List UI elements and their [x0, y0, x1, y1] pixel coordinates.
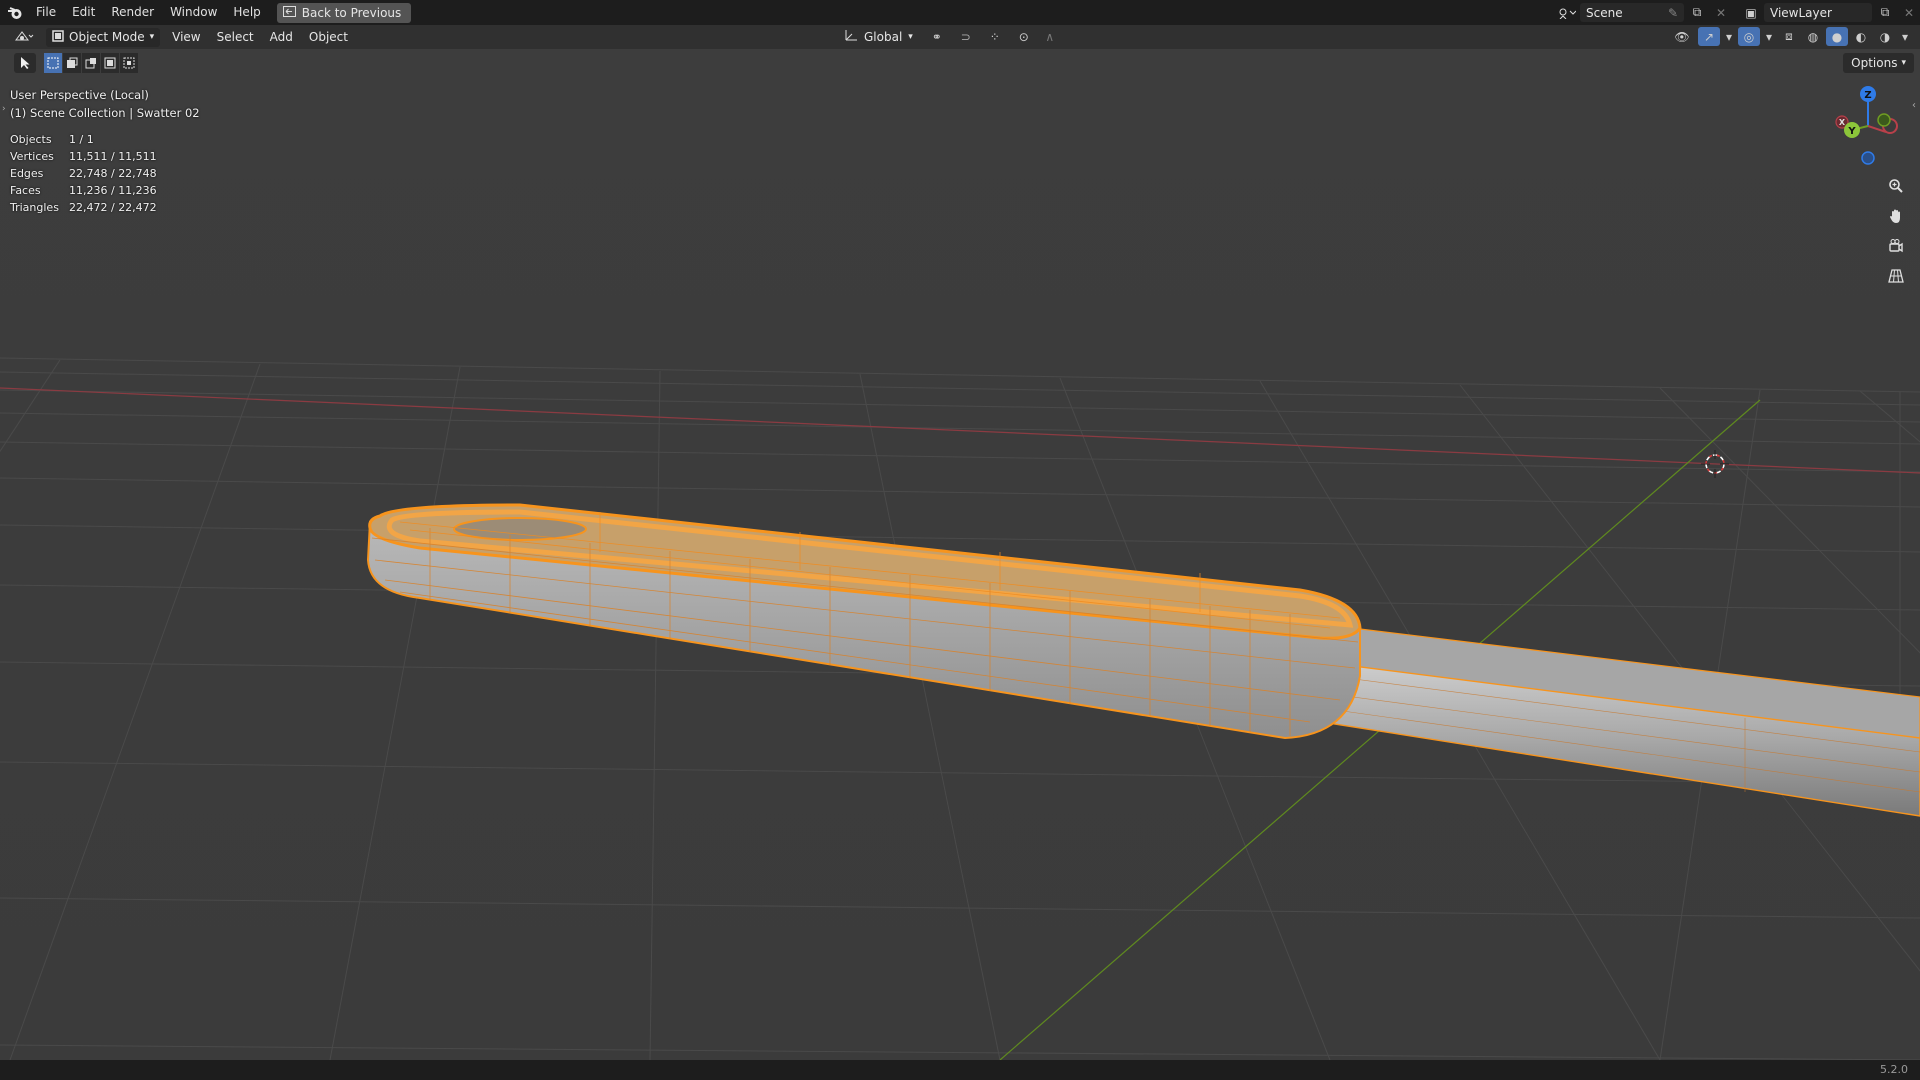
- z-axis-label: Z: [1864, 90, 1871, 101]
- object-mode-icon: [52, 29, 64, 45]
- view-layer-selector-icon[interactable]: ▣: [1740, 3, 1762, 22]
- stat-label: Vertices: [10, 150, 54, 163]
- options-dropdown[interactable]: Options ▾: [1843, 53, 1914, 73]
- solid-shading-icon[interactable]: ●: [1826, 27, 1848, 46]
- menu-file[interactable]: File: [28, 0, 64, 25]
- menu-select[interactable]: Select: [209, 25, 262, 49]
- falloff-curve-icon[interactable]: ∧: [1039, 27, 1061, 46]
- blender-logo-icon[interactable]: [2, 0, 28, 25]
- rendered-shading-icon[interactable]: ◑: [1874, 27, 1896, 46]
- chevron-down-icon: ▾: [1901, 58, 1906, 68]
- stat-vertices: Vertices 11,511 / 11,511: [10, 148, 157, 165]
- viewport-header: Object Mode ▾ View Select Add Object Glo…: [0, 25, 1920, 49]
- menu-add[interactable]: Add: [262, 25, 301, 49]
- select-tool-icon[interactable]: [14, 53, 36, 73]
- stat-label: Faces: [10, 184, 41, 197]
- select-new-icon[interactable]: [44, 53, 62, 73]
- menu-view[interactable]: View: [164, 25, 208, 49]
- chevron-down-icon: ▾: [149, 32, 155, 42]
- pin-icon[interactable]: ✎: [1668, 6, 1678, 20]
- pivot-point-icon[interactable]: ⚭: [923, 27, 951, 46]
- x-axis-label: X: [1839, 118, 1846, 127]
- version-label: 5.2.0: [1880, 1063, 1908, 1076]
- status-bar: 5.2.0: [0, 1060, 1920, 1080]
- camera-view-icon[interactable]: [1884, 234, 1908, 258]
- select-intersect-icon[interactable]: [120, 53, 138, 73]
- back-to-previous-button[interactable]: Back to Previous: [276, 2, 412, 23]
- object-mode-dropdown[interactable]: Object Mode ▾: [46, 27, 161, 47]
- screen-back-icon: [282, 5, 296, 20]
- chevron-down-icon[interactable]: ▾: [1898, 27, 1912, 46]
- menu-edit[interactable]: Edit: [64, 0, 103, 25]
- menu-window[interactable]: Window: [162, 0, 225, 25]
- select-invert-icon[interactable]: [101, 53, 119, 73]
- new-scene-icon[interactable]: ⧉: [1686, 3, 1708, 22]
- chevron-right-icon[interactable]: ›: [2, 104, 6, 114]
- xray-toggle-icon[interactable]: ⧈: [1778, 27, 1800, 46]
- view-layer-name: ViewLayer: [1770, 5, 1832, 20]
- stat-label: Triangles: [10, 201, 59, 214]
- neg-y-axis-handle[interactable]: [1877, 113, 1891, 127]
- stat-value: 22,748 / 22,748: [69, 167, 157, 180]
- transform-orientation-dropdown[interactable]: Global ▾: [838, 27, 919, 46]
- stat-label: Edges: [10, 167, 44, 180]
- select-subtract-icon[interactable]: [82, 53, 100, 73]
- y-axis-label: Y: [1847, 126, 1856, 137]
- scene-name: Scene: [1586, 5, 1623, 20]
- stat-label: Objects: [10, 133, 52, 146]
- editor-type-icon[interactable]: [10, 28, 38, 47]
- chevron-down-icon: ▾: [908, 31, 913, 42]
- top-menu-bar: File Edit Render Window Help Back to Pre…: [0, 0, 1920, 25]
- stat-edges: Edges 22,748 / 22,748: [10, 165, 157, 182]
- menu-help[interactable]: Help: [225, 0, 268, 25]
- options-label: Options: [1851, 56, 1898, 70]
- proportional-editing-icon[interactable]: ⊙: [1013, 27, 1035, 46]
- view-layer-field[interactable]: ViewLayer: [1764, 3, 1872, 22]
- stat-value: 22,472 / 22,472: [69, 201, 157, 214]
- snap-target-icon[interactable]: ⁘: [981, 27, 1009, 46]
- ortho-grid-icon[interactable]: [1884, 264, 1908, 288]
- chevron-down-icon[interactable]: ▾: [1762, 27, 1776, 46]
- scene-name-field[interactable]: Scene ✎: [1580, 3, 1684, 22]
- select-extend-icon[interactable]: [63, 53, 81, 73]
- stat-value: 11,236 / 11,236: [69, 184, 157, 197]
- navigation-gizmo[interactable]: Z Y X: [1822, 82, 1906, 170]
- back-to-previous-label: Back to Previous: [301, 5, 402, 20]
- transform-orientation-label: Global: [864, 29, 903, 44]
- zoom-icon[interactable]: [1884, 174, 1908, 198]
- scene-selector-icon[interactable]: [1556, 3, 1578, 22]
- overlays-toggle-icon[interactable]: ◎: [1738, 27, 1760, 46]
- viewport-text-info: User Perspective (Local) (1) Scene Colle…: [10, 86, 200, 122]
- sidebar-toggle-icon[interactable]: ‹: [1912, 100, 1920, 111]
- active-collection-label: (1) Scene Collection | Swatter 02: [10, 106, 200, 120]
- pan-hand-icon[interactable]: [1884, 204, 1908, 228]
- stat-value: 11,511 / 11,511: [69, 150, 157, 163]
- selection-mode-group: [44, 53, 138, 73]
- view-perspective-label: User Perspective (Local): [10, 88, 149, 102]
- delete-view-layer-icon[interactable]: ✕: [1898, 3, 1920, 22]
- new-view-layer-icon[interactable]: ⧉: [1874, 3, 1896, 22]
- menu-object[interactable]: Object: [301, 25, 356, 49]
- snap-toggle-icon[interactable]: ⊃: [955, 27, 977, 46]
- delete-scene-icon[interactable]: ✕: [1710, 3, 1732, 22]
- orientation-axes-icon: [844, 29, 858, 44]
- gizmo-toggle-icon[interactable]: ↗: [1698, 27, 1720, 46]
- stat-triangles: Triangles 22,472 / 22,472: [10, 199, 157, 216]
- viewport-3d[interactable]: [0, 49, 1920, 1060]
- wireframe-shading-icon[interactable]: ◍: [1802, 27, 1824, 46]
- menu-render[interactable]: Render: [103, 0, 162, 25]
- stat-value: 1 / 1: [69, 133, 94, 146]
- object-mode-label: Object Mode: [69, 30, 145, 44]
- chevron-down-icon[interactable]: ▾: [1722, 27, 1736, 46]
- tool-settings-row: Options ▾: [0, 49, 1920, 75]
- scene-statistics: Objects 1 / 1 Vertices 11,511 / 11,511 Edg…: [10, 131, 157, 216]
- stat-faces: Faces 11,236 / 11,236: [10, 182, 157, 199]
- neg-z-axis-handle[interactable]: [1861, 151, 1875, 165]
- stat-objects: Objects 1 / 1: [10, 131, 157, 148]
- material-preview-icon[interactable]: ◐: [1850, 27, 1872, 46]
- visibility-selectability-icon[interactable]: 👁: [1668, 27, 1696, 46]
